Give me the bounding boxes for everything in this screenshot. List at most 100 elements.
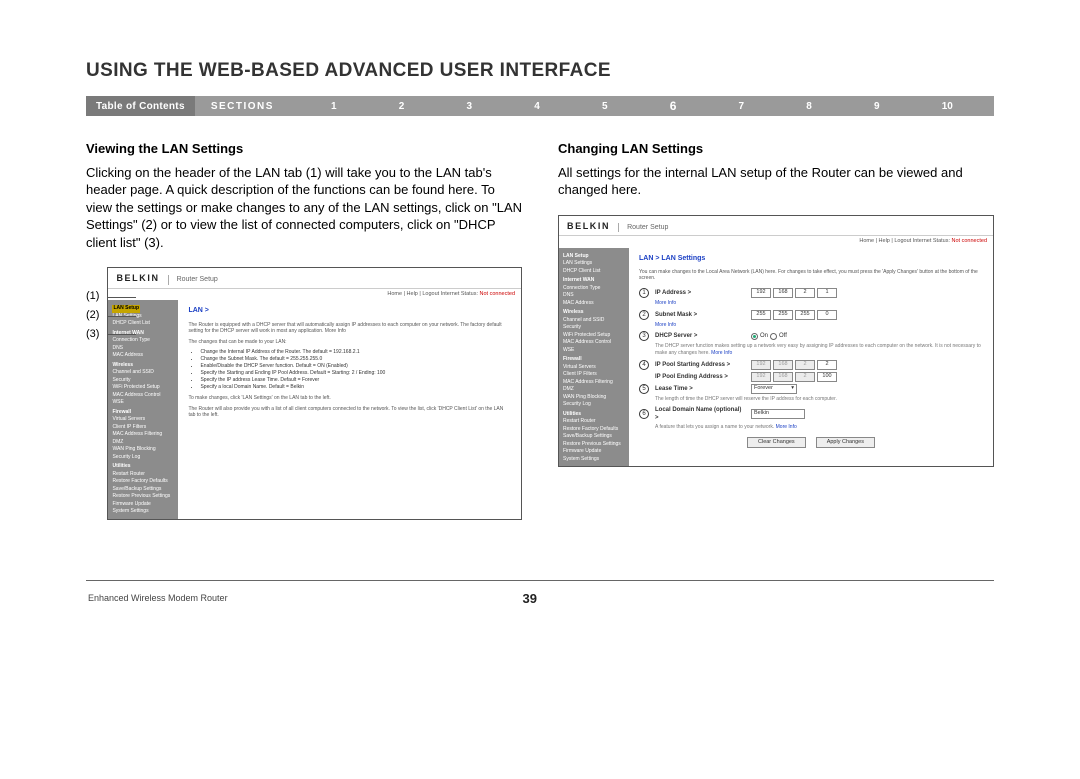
status-value: Not connected — [480, 291, 515, 297]
section-link-7[interactable]: 7 — [739, 101, 745, 112]
form-label: IP Address > — [655, 289, 745, 297]
sidebar-item[interactable]: Security — [563, 324, 625, 332]
sidebar-item[interactable]: WAN Ping Blocking — [112, 446, 174, 454]
ip-octet-input[interactable]: 255 — [773, 310, 793, 320]
sidebar-item[interactable]: MAC Address Control — [563, 339, 625, 347]
ip-octet-input[interactable]: 255 — [751, 310, 771, 320]
sidebar-item[interactable]: System Settings — [563, 456, 625, 464]
sidebar-item[interactable]: MAC Address — [563, 300, 625, 308]
section-link-5[interactable]: 5 — [602, 101, 608, 112]
callout-1: (1) — [86, 289, 99, 304]
sidebar-group[interactable]: Wireless — [112, 362, 174, 370]
lan-header-link[interactable]: LAN > — [188, 306, 511, 315]
more-info-link[interactable]: More Info — [655, 322, 676, 328]
sidebar-item[interactable]: DHCP Client List — [112, 320, 174, 328]
ip-octet-input[interactable]: 168 — [773, 288, 793, 298]
lan-bullet: Specify the IP address Lease Time. Defau… — [200, 377, 511, 384]
form-desc: The length of time the DHCP server will … — [655, 396, 983, 403]
ip-octet-input[interactable]: 192 — [751, 288, 771, 298]
router-setup-label: Router Setup — [168, 275, 218, 284]
sidebar-item[interactable]: Restart Router — [563, 418, 625, 426]
sidebar-item[interactable]: MAC Address — [112, 352, 174, 360]
ip-octet-input[interactable]: 0 — [817, 310, 837, 320]
sidebar-item[interactable]: Connection Type — [563, 285, 625, 293]
section-link-8[interactable]: 8 — [806, 101, 812, 112]
ip-octet-input[interactable]: 1 — [817, 288, 837, 298]
sidebar-group[interactable]: LAN Setup — [563, 253, 625, 261]
sidebar-item[interactable]: Restore Factory Defaults — [563, 426, 625, 434]
sidebar-group[interactable]: Utilities — [112, 463, 174, 471]
sidebar-item[interactable]: Firmware Update — [112, 501, 174, 509]
dhcp-off-radio[interactable] — [770, 333, 777, 340]
sidebar-item[interactable]: Save/Backup Settings — [563, 433, 625, 441]
ip-octet-input: 2 — [795, 372, 815, 382]
sidebar-item[interactable]: WSE — [563, 347, 625, 355]
sidebar-group[interactable]: LAN Setup — [112, 305, 174, 313]
sidebar-item[interactable]: DHCP Client List — [563, 268, 625, 276]
sidebar-item[interactable]: Save/Backup Settings — [112, 486, 174, 494]
more-info-link[interactable]: More Info — [710, 350, 733, 356]
sidebar-group[interactable]: Firewall — [112, 409, 174, 417]
ip-octet-input: 168 — [773, 372, 793, 382]
sidebar-item[interactable]: MAC Address Control — [112, 392, 174, 400]
form-row-number: 1 — [639, 288, 649, 298]
sidebar-item[interactable]: WiFi Protected Setup — [112, 384, 174, 392]
sidebar-item[interactable]: WAN Ping Blocking — [563, 394, 625, 402]
section-link-9[interactable]: 9 — [874, 101, 880, 112]
sidebar-item[interactable]: MAC Address Filtering — [112, 431, 174, 439]
sidebar-item[interactable]: System Settings — [112, 508, 174, 516]
section-link-3[interactable]: 3 — [466, 101, 472, 112]
sidebar-group[interactable]: Internet WAN — [112, 330, 174, 338]
sidebar-group[interactable]: Internet WAN — [563, 277, 625, 285]
section-link-6[interactable]: 6 — [670, 99, 677, 113]
sidebar-item[interactable]: DMZ — [563, 386, 625, 394]
sidebar-item[interactable]: WiFi Protected Setup — [563, 332, 625, 340]
clear-changes-button[interactable]: Clear Changes — [747, 437, 806, 448]
form-desc: A feature that lets you assign a name to… — [655, 424, 983, 431]
sidebar-item[interactable]: WSE — [112, 399, 174, 407]
sidebar-group[interactable]: Utilities — [563, 411, 625, 419]
dhcp-on-radio[interactable] — [751, 333, 758, 340]
ip-octet-input[interactable]: 2 — [817, 360, 837, 370]
sidebar-item[interactable]: Restore Factory Defaults — [112, 478, 174, 486]
lease-time-select[interactable]: Forever▾ — [751, 384, 797, 394]
section-link-4[interactable]: 4 — [534, 101, 540, 112]
sidebar-item[interactable]: Client IP Filters — [563, 371, 625, 379]
sidebar-item[interactable]: DNS — [563, 292, 625, 300]
sidebar-item[interactable]: MAC Address Filtering — [563, 379, 625, 387]
sidebar-item[interactable]: Client IP Filters — [112, 424, 174, 432]
sidebar-item[interactable]: Connection Type — [112, 337, 174, 345]
sidebar-item[interactable]: DNS — [112, 345, 174, 353]
toc-link[interactable]: Table of Contents — [86, 96, 195, 116]
belkin-logo: BELKIN — [567, 220, 610, 232]
sidebar-item[interactable]: Security — [112, 377, 174, 385]
sidebar-item[interactable]: DMZ — [112, 439, 174, 447]
sidebar-group[interactable]: Wireless — [563, 309, 625, 317]
domain-name-input[interactable]: Belkin — [751, 409, 805, 419]
form-label: IP Pool Ending Address > — [655, 373, 745, 381]
sidebar-item[interactable]: LAN Settings — [563, 260, 625, 268]
sidebar-item[interactable]: Security Log — [112, 454, 174, 462]
sidebar-item[interactable]: Virtual Servers — [563, 364, 625, 372]
sidebar-item[interactable]: Restore Previous Settings — [563, 441, 625, 449]
sidebar-item[interactable]: Firmware Update — [563, 448, 625, 456]
sidebar-item[interactable]: Security Log — [563, 401, 625, 409]
right-screenshot: BELKIN Router Setup Home | Help | Logout… — [558, 215, 994, 467]
section-link-1[interactable]: 1 — [331, 101, 337, 112]
section-link-10[interactable]: 10 — [942, 101, 953, 112]
ip-octet-input[interactable]: 100 — [817, 372, 837, 382]
lan-desc: The Router is equipped with a DHCP serve… — [188, 322, 511, 335]
sidebar-item[interactable]: Restore Previous Settings — [112, 493, 174, 501]
section-link-2[interactable]: 2 — [399, 101, 405, 112]
sidebar-item[interactable]: Restart Router — [112, 471, 174, 479]
apply-changes-button[interactable]: Apply Changes — [816, 437, 875, 448]
form-row-number: 5 — [639, 384, 649, 394]
sidebar-item[interactable]: Channel and SSID — [112, 369, 174, 377]
sidebar-item[interactable]: Channel and SSID — [563, 317, 625, 325]
ip-octet-input[interactable]: 2 — [795, 288, 815, 298]
more-info-link[interactable]: More Info — [655, 300, 676, 306]
sidebar-item[interactable]: Virtual Servers — [112, 416, 174, 424]
more-info-link[interactable]: More Info — [774, 424, 797, 430]
sidebar-group[interactable]: Firewall — [563, 356, 625, 364]
ip-octet-input[interactable]: 255 — [795, 310, 815, 320]
